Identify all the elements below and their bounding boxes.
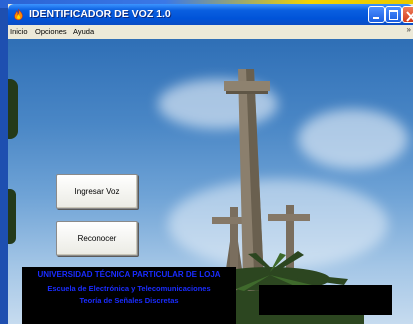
menu-ayuda[interactable]: Ayuda bbox=[73, 27, 94, 36]
maximize-button[interactable] bbox=[385, 6, 402, 23]
title-bar[interactable]: IDENTIFICADOR DE VOZ 1.0 bbox=[8, 4, 413, 25]
window-title: IDENTIFICADOR DE VOZ 1.0 bbox=[29, 8, 171, 20]
minimize-icon bbox=[373, 17, 379, 19]
menu-bar: Inicio Opciones Ayuda » bbox=[8, 25, 413, 38]
ingresar-voz-button[interactable]: Ingresar Voz bbox=[56, 174, 138, 209]
background-photo: Ingresar Voz Reconocer UNIVERSIDAD TÉCNI… bbox=[8, 39, 413, 324]
info-panel: UNIVERSIDAD TÉCNICA PARTICULAR DE LOJA E… bbox=[22, 267, 236, 324]
menu-inicio[interactable]: Inicio bbox=[10, 27, 28, 36]
menu-overflow-icon[interactable]: » bbox=[407, 25, 411, 34]
school-label: Escuela de Electrónica y Telecomunicacio… bbox=[47, 284, 211, 293]
minimize-button[interactable] bbox=[368, 6, 385, 23]
university-label: UNIVERSIDAD TÉCNICA PARTICULAR DE LOJA bbox=[37, 270, 221, 279]
reconocer-button[interactable]: Reconocer bbox=[56, 221, 138, 256]
app-flame-icon bbox=[12, 8, 25, 21]
course-label: Teoría de Señales Discretas bbox=[79, 296, 179, 305]
result-display bbox=[259, 285, 392, 315]
maximize-icon bbox=[389, 10, 398, 20]
menu-opciones[interactable]: Opciones bbox=[35, 27, 67, 36]
close-button[interactable] bbox=[402, 6, 413, 23]
